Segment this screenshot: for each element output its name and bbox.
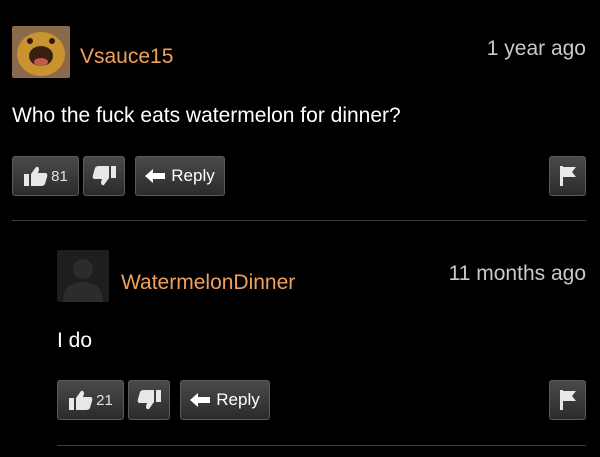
comment-actions: 21 Reply (57, 380, 586, 420)
flag-icon (559, 166, 576, 186)
reply-arrow-icon (145, 169, 166, 183)
reply-label: Reply (216, 390, 260, 409)
default-avatar-icon (57, 250, 109, 302)
thumbs-up-icon (24, 166, 48, 186)
reply-comment: WatermelonDinner 11 months ago I do 21 R… (0, 225, 600, 457)
upvote-button[interactable]: 81 (12, 156, 79, 196)
downvote-button[interactable] (128, 380, 170, 420)
upvote-count: 81 (51, 167, 68, 185)
timestamp: 1 year ago (486, 37, 586, 60)
thumbs-down-icon (137, 390, 161, 410)
reply-arrow-icon (190, 393, 211, 407)
comment-text: I do (57, 329, 93, 352)
timestamp: 11 months ago (448, 262, 586, 285)
reply-button[interactable]: Reply (135, 156, 225, 196)
upvote-button[interactable]: 21 (57, 380, 124, 420)
reply-button[interactable]: Reply (180, 380, 270, 420)
downvote-button[interactable] (83, 156, 125, 196)
flag-button[interactable] (549, 156, 586, 196)
divider (57, 445, 586, 446)
upvote-count: 21 (96, 391, 113, 409)
username[interactable]: Vsauce15 (80, 45, 173, 69)
flag-icon (559, 390, 576, 410)
avatar[interactable] (57, 250, 115, 302)
username[interactable]: WatermelonDinner (121, 271, 295, 295)
divider (12, 220, 586, 221)
comment-text: Who the fuck eats watermelon for dinner? (12, 104, 401, 127)
thumbs-up-icon (69, 390, 93, 410)
reply-label: Reply (171, 166, 215, 185)
comment: Vsauce15 1 year ago Who the fuck eats wa… (0, 0, 600, 225)
flag-button[interactable] (549, 380, 586, 420)
avatar-photo (12, 26, 70, 78)
comment-actions: 81 Reply (12, 156, 586, 196)
thumbs-down-icon (92, 166, 116, 186)
avatar[interactable] (12, 26, 70, 78)
